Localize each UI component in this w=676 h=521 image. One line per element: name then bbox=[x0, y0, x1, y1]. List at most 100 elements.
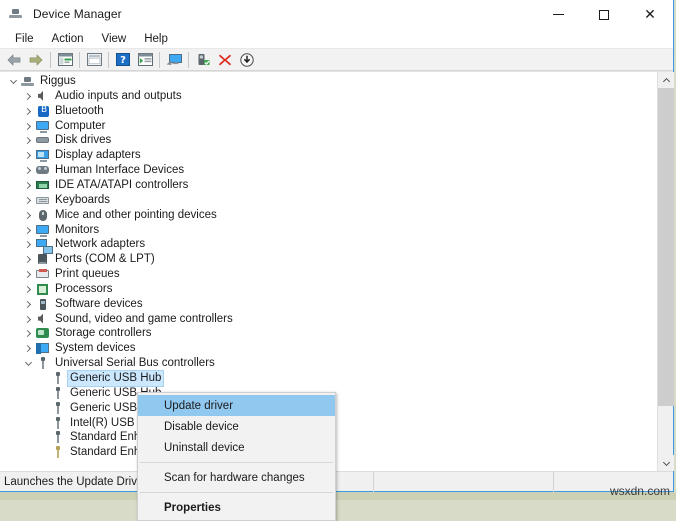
tree-node[interactable]: Monitors bbox=[0, 223, 99, 238]
tree-node-label: Universal Serial Bus controllers bbox=[55, 356, 215, 371]
context-menu[interactable]: Update driverDisable deviceUninstall dev… bbox=[137, 392, 336, 521]
tree-node[interactable]: Keyboards bbox=[0, 193, 110, 208]
expander-expand-icon[interactable] bbox=[21, 148, 35, 163]
tree-node[interactable]: IDE ATA/ATAPI controllers bbox=[0, 178, 188, 193]
tree-node[interactable]: Mice and other pointing devices bbox=[0, 208, 217, 223]
expander-expand-icon[interactable] bbox=[21, 267, 35, 282]
chevron-right-icon bbox=[24, 137, 31, 144]
tree-node-label: Human Interface Devices bbox=[55, 163, 184, 178]
desktop-background bbox=[0, 492, 676, 500]
usb-icon bbox=[35, 356, 51, 371]
bluetooth-icon bbox=[35, 104, 51, 119]
context-menu-item-uninstall-device[interactable]: Uninstall device bbox=[138, 437, 335, 458]
menu-action[interactable]: Action bbox=[45, 31, 91, 47]
scroll-down-button[interactable] bbox=[658, 455, 674, 471]
tree-node[interactable]: System devices bbox=[0, 341, 136, 356]
toolbar-separator bbox=[50, 52, 51, 68]
tree-node[interactable]: Universal Serial Bus controllers bbox=[0, 356, 215, 371]
tree-node[interactable]: Audio inputs and outputs bbox=[0, 89, 182, 104]
expander-expand-icon[interactable] bbox=[21, 119, 35, 134]
download-button[interactable] bbox=[236, 50, 258, 70]
update-driver-button[interactable] bbox=[134, 50, 156, 70]
chevron-right-icon bbox=[24, 123, 31, 130]
expander-collapse-icon[interactable] bbox=[6, 74, 20, 89]
expander-expand-icon[interactable] bbox=[21, 326, 35, 341]
enable-device-icon bbox=[196, 53, 211, 67]
expander-expand-icon[interactable] bbox=[21, 312, 35, 327]
tree-node[interactable]: Sound, video and game controllers bbox=[0, 312, 233, 327]
tree-node[interactable]: Disk drives bbox=[0, 133, 111, 148]
menu-help[interactable]: Help bbox=[137, 31, 175, 47]
expander-expand-icon[interactable] bbox=[21, 252, 35, 267]
minimize-button[interactable] bbox=[535, 0, 581, 29]
chevron-right-icon bbox=[24, 108, 31, 115]
forward-icon bbox=[28, 53, 44, 67]
tree-node-label: Display adapters bbox=[55, 148, 141, 163]
context-menu-item-label: Properties bbox=[164, 502, 221, 514]
tree-node[interactable]: Storage controllers bbox=[0, 326, 152, 341]
download-icon bbox=[240, 53, 254, 67]
tree-root-node[interactable]: Riggus bbox=[0, 74, 76, 89]
tree-node[interactable]: Human Interface Devices bbox=[0, 163, 184, 178]
tree-node[interactable]: Generic USB Hub bbox=[0, 371, 163, 386]
tree-node[interactable]: Processors bbox=[0, 282, 113, 297]
scan-for-hardware-changes-button[interactable] bbox=[163, 50, 185, 70]
context-menu-item-properties[interactable]: Properties bbox=[138, 497, 335, 518]
expander-expand-icon[interactable] bbox=[21, 104, 35, 119]
uninstall-device-button[interactable] bbox=[214, 50, 236, 70]
context-menu-item-scan-for-hardware-changes[interactable]: Scan for hardware changes bbox=[138, 467, 335, 488]
context-menu-item-update-driver[interactable]: Update driver bbox=[138, 395, 335, 416]
usb-device-icon bbox=[50, 371, 66, 386]
port-icon bbox=[35, 252, 51, 267]
expander-placeholder bbox=[36, 445, 50, 460]
expander-expand-icon[interactable] bbox=[21, 223, 35, 238]
chevron-right-icon bbox=[24, 241, 31, 248]
properties-button[interactable] bbox=[83, 50, 105, 70]
toolbar: ? bbox=[0, 49, 673, 71]
expander-collapse-icon[interactable] bbox=[21, 356, 35, 371]
menu-bar: File Action View Help bbox=[0, 29, 673, 49]
tree-node[interactable]: Network adapters bbox=[0, 237, 145, 252]
menu-file[interactable]: File bbox=[8, 31, 41, 47]
print-queue-icon bbox=[35, 267, 51, 282]
context-menu-item-disable-device[interactable]: Disable device bbox=[138, 416, 335, 437]
help-button[interactable]: ? bbox=[112, 50, 134, 70]
expander-expand-icon[interactable] bbox=[21, 193, 35, 208]
tree-node[interactable]: Software devices bbox=[0, 297, 143, 312]
title-bar: Device Manager ✕ bbox=[0, 0, 673, 29]
chevron-right-icon bbox=[24, 286, 31, 293]
computer-icon bbox=[35, 119, 51, 134]
back-button[interactable] bbox=[3, 50, 25, 70]
tree-node[interactable]: Bluetooth bbox=[0, 104, 104, 119]
expander-expand-icon[interactable] bbox=[21, 208, 35, 223]
tree-node[interactable]: Computer bbox=[0, 119, 106, 134]
context-menu-separator bbox=[140, 492, 333, 493]
show-hide-console-tree-button[interactable] bbox=[54, 50, 76, 70]
expander-expand-icon[interactable] bbox=[21, 89, 35, 104]
tree-node[interactable]: Print queues bbox=[0, 267, 120, 282]
processor-icon bbox=[35, 282, 51, 297]
close-button[interactable]: ✕ bbox=[627, 0, 673, 29]
maximize-button[interactable] bbox=[581, 0, 627, 29]
expander-expand-icon[interactable] bbox=[21, 341, 35, 356]
expander-placeholder bbox=[36, 416, 50, 431]
status-bar: Launches the Update Driver Wizard for th… bbox=[0, 471, 673, 491]
expander-placeholder bbox=[36, 371, 50, 386]
expander-expand-icon[interactable] bbox=[21, 282, 35, 297]
tree-node[interactable]: Ports (COM & LPT) bbox=[0, 252, 155, 267]
watermark: wsxdn.com bbox=[610, 484, 670, 498]
menu-view[interactable]: View bbox=[95, 31, 134, 47]
tree-node[interactable]: Display adapters bbox=[0, 148, 141, 163]
expander-expand-icon[interactable] bbox=[21, 297, 35, 312]
enable-device-button[interactable] bbox=[192, 50, 214, 70]
scrollbar-thumb[interactable] bbox=[658, 88, 674, 406]
forward-button[interactable] bbox=[25, 50, 47, 70]
expander-expand-icon[interactable] bbox=[21, 237, 35, 252]
scroll-up-button[interactable] bbox=[658, 72, 674, 88]
help-icon: ? bbox=[116, 53, 130, 66]
toolbar-separator bbox=[188, 52, 189, 68]
expander-expand-icon[interactable] bbox=[21, 163, 35, 178]
vertical-scrollbar[interactable] bbox=[657, 72, 673, 471]
expander-expand-icon[interactable] bbox=[21, 178, 35, 193]
expander-expand-icon[interactable] bbox=[21, 133, 35, 148]
